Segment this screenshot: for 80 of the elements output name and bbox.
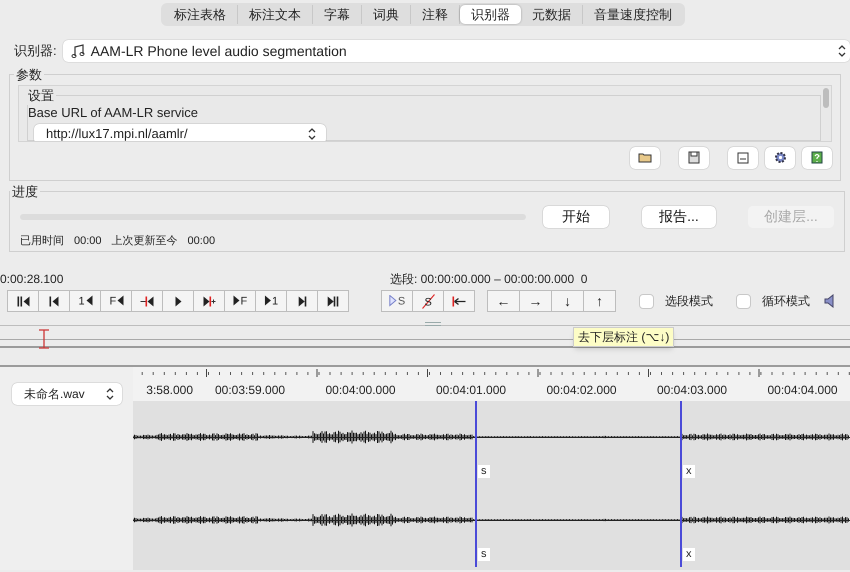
step-forward-button[interactable]: 1 bbox=[255, 290, 287, 312]
step-back-button[interactable] bbox=[38, 290, 70, 312]
checkbox[interactable] bbox=[736, 294, 751, 308]
time-display: 0:00:28.100 bbox=[0, 271, 64, 288]
button[interactable]: 开始 bbox=[543, 206, 609, 228]
window-icon bbox=[737, 152, 749, 164]
window-button[interactable] bbox=[728, 146, 758, 168]
stat-value: 00:00 bbox=[188, 234, 216, 248]
annotation-label: s bbox=[478, 548, 490, 561]
save-button[interactable] bbox=[679, 146, 709, 168]
ruler-label: 00:03:59.000 bbox=[215, 382, 286, 399]
arrow-button[interactable]: ← bbox=[487, 290, 520, 312]
group-title: 进度 bbox=[11, 183, 39, 201]
help-button[interactable] bbox=[802, 146, 832, 168]
cursor-icon bbox=[38, 329, 50, 349]
arrow-button[interactable]: ↑ bbox=[583, 290, 616, 312]
step-forward-icon bbox=[298, 296, 306, 306]
tab[interactable]: 音量速度控制 bbox=[583, 5, 683, 24]
settings-button[interactable] bbox=[765, 146, 795, 168]
play-icon bbox=[174, 296, 182, 306]
annotation-label: x bbox=[683, 548, 694, 561]
step-forward-button[interactable] bbox=[286, 290, 318, 312]
annotation-label: x bbox=[683, 465, 694, 478]
stepper-icon bbox=[838, 45, 846, 57]
drag-handle[interactable] bbox=[425, 322, 441, 326]
ruler-label: 00:04:01.000 bbox=[436, 382, 506, 399]
play-button[interactable] bbox=[162, 290, 194, 312]
settings-icon bbox=[774, 151, 786, 164]
arrow-button[interactable]: ↓ bbox=[551, 290, 584, 312]
annotation-label: s bbox=[478, 465, 490, 478]
recognizer-select[interactable]: AAM-LR Phone level audio segmentation bbox=[62, 40, 850, 62]
file-select[interactable]: 未命名.wav bbox=[12, 383, 122, 405]
arrow-button[interactable]: → bbox=[519, 290, 552, 312]
speaker-icon bbox=[824, 294, 834, 308]
step-back-button[interactable]: F bbox=[100, 290, 132, 312]
checkbox-label: 选段模式 bbox=[665, 293, 713, 310]
field-label: Base URL of AAM-LR service bbox=[28, 105, 200, 121]
go-to-start-button[interactable] bbox=[443, 290, 475, 312]
stepper-icon bbox=[106, 388, 114, 400]
step-forward-button[interactable]: F bbox=[224, 290, 256, 312]
ruler-label: 00:04:02.000 bbox=[546, 382, 617, 399]
stat-value: 00:00 bbox=[74, 234, 102, 248]
folder-icon bbox=[638, 152, 652, 163]
tooltip: 去下层标注 (⌥↓) bbox=[573, 327, 674, 347]
play-button[interactable] bbox=[193, 290, 225, 312]
step-back-button[interactable]: 1 bbox=[69, 290, 101, 312]
stat-label: 已用时间 bbox=[20, 234, 64, 248]
tab[interactable]: 标注文本 bbox=[238, 5, 313, 24]
ruler-label: 3:58.000 bbox=[145, 382, 193, 399]
help-icon bbox=[811, 151, 823, 164]
selection-display: 选段: 00:00:00.000 – 00:00:00.000 0 bbox=[390, 271, 588, 288]
skip-to-start-button[interactable] bbox=[7, 290, 39, 312]
ruler-label: 00:04:03.000 bbox=[657, 382, 728, 399]
ruler-label: 00:04:00.000 bbox=[326, 382, 396, 399]
step-back-button[interactable] bbox=[131, 290, 163, 312]
group-title: 参数 bbox=[15, 66, 43, 84]
open-folder-button[interactable] bbox=[630, 146, 660, 168]
tab[interactable]: 字幕 bbox=[313, 5, 362, 24]
skip-to-end-icon bbox=[327, 296, 339, 306]
button[interactable]: 报告... bbox=[642, 206, 716, 228]
ruler-label: 00:04:04.000 bbox=[768, 382, 838, 399]
skip-to-start-icon bbox=[16, 296, 30, 306]
group-title: 设置 bbox=[27, 86, 55, 104]
checkbox-label: 循环模式 bbox=[762, 293, 810, 310]
stat-label: 上次更新至今 bbox=[112, 234, 178, 248]
go-to-start-icon bbox=[452, 296, 466, 306]
play-selection-button[interactable]: S bbox=[381, 290, 413, 312]
music-note-icon bbox=[70, 44, 86, 58]
field-label: 识别器: bbox=[14, 42, 57, 60]
play-icon bbox=[202, 296, 216, 306]
tab[interactable]: 元数据 bbox=[521, 5, 583, 24]
checkbox[interactable] bbox=[639, 294, 654, 308]
tab[interactable]: 标注表格 bbox=[163, 5, 238, 24]
tab[interactable]: 词典 bbox=[362, 5, 411, 24]
skip-to-end-button[interactable] bbox=[317, 290, 349, 312]
scrollbar[interactable] bbox=[823, 88, 829, 108]
tab[interactable]: 识别器 bbox=[460, 5, 521, 24]
step-back-icon bbox=[140, 296, 154, 306]
stepper-icon bbox=[308, 128, 316, 140]
step-back-icon bbox=[49, 296, 59, 306]
